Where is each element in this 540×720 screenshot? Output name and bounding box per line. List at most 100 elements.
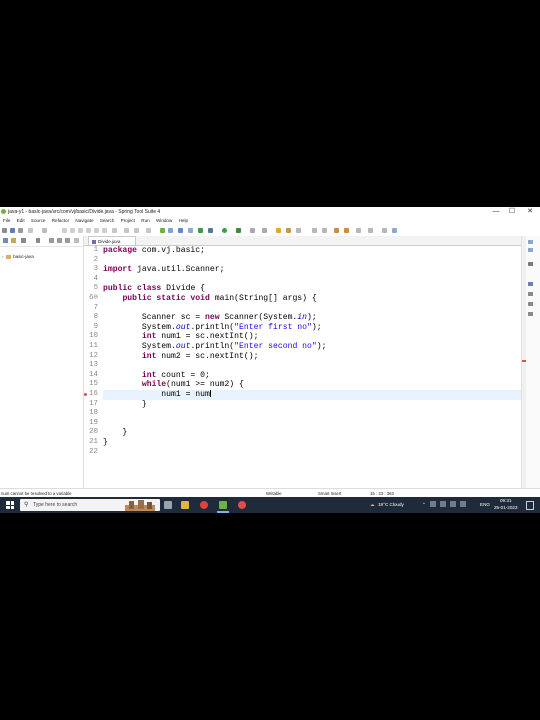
weather-text[interactable]: 19°C Cloudy — [378, 502, 404, 507]
menu-search[interactable]: Search — [100, 218, 115, 223]
suspend-icon[interactable] — [70, 228, 75, 233]
line-number[interactable]: 21 — [84, 438, 98, 448]
chevron-right-icon[interactable]: › — [2, 254, 4, 259]
line-number[interactable]: 9 — [84, 323, 98, 333]
debug-icon[interactable] — [236, 228, 241, 233]
external-tools-icon[interactable] — [262, 228, 267, 233]
code-line[interactable]: int num1 = sc.nextInt(); — [103, 332, 259, 342]
line-number[interactable]: 14 — [84, 371, 98, 381]
line-number[interactable]: 15 — [84, 380, 98, 390]
close-button[interactable]: ✕ — [522, 207, 538, 217]
tab-divide-java[interactable]: Divide.java — [88, 236, 136, 245]
tree-item-basic-java[interactable]: basic-java — [13, 254, 34, 259]
debug-spring-icon[interactable] — [208, 228, 213, 233]
line-number[interactable]: 22 — [84, 448, 98, 458]
new-java-package-icon[interactable] — [276, 228, 281, 233]
tray-chevron-icon[interactable]: ⌃ — [422, 502, 426, 508]
code-line[interactable]: System.out.println("Enter second no"); — [103, 342, 327, 352]
menu-window[interactable]: Window — [156, 218, 172, 223]
open-type-icon[interactable] — [178, 228, 183, 233]
declaration-icon[interactable] — [528, 302, 533, 306]
save-all-icon[interactable] — [18, 228, 23, 233]
dropdown-icon[interactable] — [382, 228, 387, 233]
link-editor-icon[interactable] — [57, 238, 62, 243]
console-icon[interactable] — [392, 228, 397, 233]
clock-date[interactable]: 25-01-2023 — [494, 505, 518, 510]
hierarchy-icon[interactable] — [21, 238, 26, 243]
notification-icon[interactable] — [526, 501, 534, 510]
menu-run[interactable]: Run — [141, 218, 149, 223]
line-number[interactable]: 13 — [84, 361, 98, 371]
line-number[interactable]: 3 — [84, 265, 98, 275]
language-indicator[interactable]: ENG — [480, 502, 490, 507]
editor-scrollbar[interactable] — [522, 236, 526, 488]
menu-help[interactable]: Help — [179, 218, 188, 223]
task-view-icon[interactable] — [164, 501, 172, 509]
line-number[interactable]: 7 — [84, 304, 98, 314]
new-java-class-icon[interactable] — [188, 228, 193, 233]
new-icon[interactable] — [2, 228, 7, 233]
line-number[interactable]: 1 — [84, 246, 98, 256]
restore-icon[interactable] — [528, 240, 533, 244]
console-view-icon[interactable] — [528, 312, 533, 316]
menu-project[interactable]: Project — [121, 218, 135, 223]
back-icon[interactable] — [356, 228, 361, 233]
line-number[interactable]: 10 — [84, 332, 98, 342]
tray-app-icon[interactable] — [430, 501, 436, 507]
code-line[interactable]: int num2 = sc.nextInt(); — [103, 352, 259, 362]
terminate-icon[interactable] — [78, 228, 83, 233]
line-number[interactable]: 6⊖ — [84, 294, 98, 304]
line-number[interactable]: 4 — [84, 275, 98, 285]
step-over-icon[interactable] — [94, 228, 99, 233]
close-view-icon[interactable] — [36, 238, 40, 243]
line-number[interactable]: 11 — [84, 342, 98, 352]
file-explorer-icon[interactable] — [181, 501, 189, 509]
code-line[interactable]: System.out.println("Enter first no"); — [103, 323, 322, 333]
terminal-icon[interactable] — [28, 228, 33, 233]
mark-icon[interactable] — [146, 228, 151, 233]
skip-breakpoints-icon[interactable] — [42, 228, 47, 233]
menu-file[interactable]: File — [3, 218, 10, 223]
last-edit-icon[interactable] — [344, 228, 349, 233]
error-icon[interactable] — [84, 393, 87, 396]
code-line[interactable]: } — [103, 428, 127, 438]
menu-navigate[interactable]: Navigate — [75, 218, 93, 223]
menu-refactor[interactable]: Refactor — [52, 218, 69, 223]
line-number[interactable]: 12 — [84, 352, 98, 362]
resume-icon[interactable] — [62, 228, 67, 233]
code-line[interactable]: num1 = num — [103, 390, 211, 400]
maximize-view-icon[interactable] — [528, 248, 533, 252]
code-line[interactable]: public static void main(String[] args) { — [103, 294, 316, 304]
spring-tool-suite-icon[interactable] — [219, 501, 227, 509]
clock-time[interactable]: 09:31 — [500, 498, 512, 503]
battery-icon[interactable] — [460, 501, 466, 507]
code-line[interactable]: int count = 0; — [103, 371, 210, 381]
view-menu-icon[interactable] — [65, 238, 70, 243]
coverage-icon[interactable] — [250, 228, 255, 233]
step-return-icon[interactable] — [102, 228, 107, 233]
package-explorer-icon[interactable] — [3, 238, 8, 243]
menu-source[interactable]: Source — [31, 218, 46, 223]
step-into-icon[interactable] — [86, 228, 91, 233]
windows-start-icon[interactable] — [6, 501, 14, 509]
prev-annotation-icon[interactable] — [322, 228, 327, 233]
network-icon[interactable] — [440, 501, 446, 507]
drop-to-frame-icon[interactable] — [112, 228, 117, 233]
line-number[interactable]: 17 — [84, 400, 98, 410]
code-line[interactable]: } — [103, 438, 108, 448]
search-toolbar-icon[interactable] — [296, 228, 301, 233]
code-area[interactable]: package com.vj.basic; import java.util.Sc… — [103, 245, 521, 488]
line-number[interactable]: 2 — [84, 256, 98, 266]
save-icon[interactable] — [10, 228, 15, 233]
volume-icon[interactable] — [450, 501, 456, 507]
code-line[interactable]: } — [103, 400, 147, 410]
error-marker[interactable] — [522, 360, 526, 362]
forward-icon[interactable] — [368, 228, 373, 233]
line-number[interactable]: 20 — [84, 428, 98, 438]
open-task-icon[interactable] — [286, 228, 291, 233]
menu-edit[interactable]: Edit — [17, 218, 25, 223]
javadoc-icon[interactable] — [528, 292, 533, 296]
spring-boot-icon[interactable] — [160, 228, 165, 233]
line-number[interactable]: 18 — [84, 409, 98, 419]
code-line[interactable]: import java.util.Scanner; — [103, 265, 224, 275]
